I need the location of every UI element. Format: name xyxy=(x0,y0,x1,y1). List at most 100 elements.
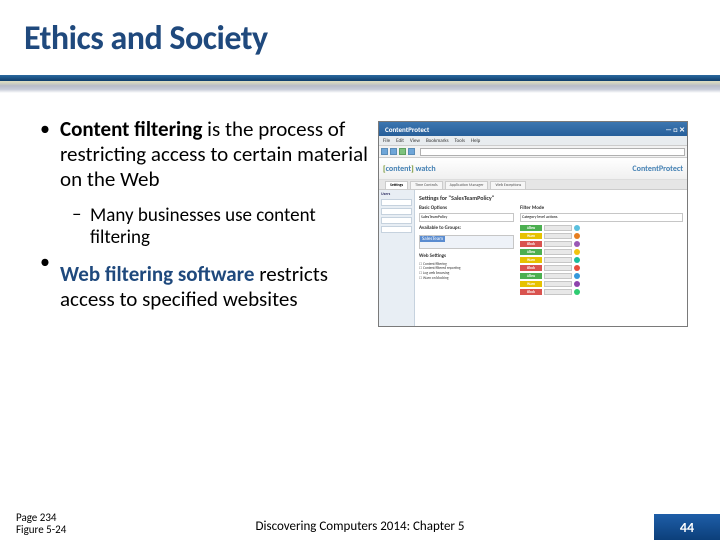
slide-title: Ethics and Society xyxy=(24,18,690,59)
web-settings-heading: Web Settings xyxy=(419,253,514,260)
category-icon xyxy=(574,249,580,255)
user-item[interactable] xyxy=(381,226,412,233)
tab-time-controls[interactable]: Time Controls xyxy=(410,181,443,189)
category-row: Warn xyxy=(520,232,683,239)
category-select[interactable] xyxy=(544,257,572,263)
category-select[interactable] xyxy=(544,273,572,279)
user-item[interactable] xyxy=(381,208,412,215)
category-row: Allow xyxy=(520,224,683,231)
badge-allow[interactable]: Allow xyxy=(520,249,542,255)
subbullet-businesses: Many businesses use content filtering xyxy=(10,199,370,251)
slide-number: 44 xyxy=(654,514,720,540)
category-row: Block xyxy=(520,264,683,271)
check-label: Content filtered reporting xyxy=(423,266,460,270)
category-icon xyxy=(574,241,580,247)
check-item[interactable]: ☐ Warn on blocking xyxy=(419,276,514,281)
user-item[interactable] xyxy=(381,217,412,224)
panel-columns: Basic Options SalesTeamPolicy Available … xyxy=(419,205,683,295)
badge-allow[interactable]: Allow xyxy=(520,273,542,279)
nav-fwd-icon[interactable] xyxy=(390,148,397,155)
badge-block[interactable]: Block xyxy=(520,241,542,247)
app-titlebar: ContentProtect — □ ✕ xyxy=(379,122,687,136)
content-area: Content filtering is the process of rest… xyxy=(0,93,720,327)
app-window: ContentProtect — □ ✕ File Edit View Book… xyxy=(378,121,688,327)
menu-item[interactable]: Bookmarks xyxy=(426,138,449,144)
menu-item[interactable]: File xyxy=(383,138,390,144)
filter-mode-col: Filter Mode Category level actions Allow… xyxy=(520,205,683,295)
brand-right: ContentProtect xyxy=(632,164,683,174)
category-list: Allow Warn Block Allow Warn Block Allow … xyxy=(520,224,683,295)
category-select[interactable] xyxy=(544,281,572,287)
brand-word2: watch xyxy=(416,164,436,174)
category-icon xyxy=(574,281,580,287)
filter-desc: Category level actions xyxy=(520,213,683,222)
title-area: Ethics and Society xyxy=(0,0,720,59)
category-row: Warn xyxy=(520,280,683,287)
title-divider-bar xyxy=(0,75,720,81)
badge-warn[interactable]: Warn xyxy=(520,257,542,263)
check-label: Log web browsing xyxy=(423,271,449,275)
badge-block[interactable]: Block xyxy=(520,265,542,271)
bullet-web-filtering: Web filtering software restricts access … xyxy=(10,250,370,318)
groups-listbox[interactable]: SalesTeam xyxy=(419,235,514,249)
brand-left: [content] watch xyxy=(383,164,436,174)
tab-app-manager[interactable]: Application Manager xyxy=(445,181,489,189)
tab-settings[interactable]: Settings xyxy=(385,181,408,189)
user-item[interactable] xyxy=(381,199,412,206)
category-row: Allow xyxy=(520,272,683,279)
text-column: Content filtering is the process of rest… xyxy=(10,117,370,327)
nav-back-icon[interactable] xyxy=(381,148,388,155)
footer-center: Discovering Computers 2014: Chapter 5 xyxy=(0,519,720,534)
brand-bar: [content] watch ContentProtect xyxy=(379,158,687,180)
category-row: Warn xyxy=(520,256,683,263)
policy-name-value: SalesTeamPolicy xyxy=(421,215,447,220)
screenshot-column: ContentProtect — □ ✕ File Edit View Book… xyxy=(370,117,690,327)
badge-warn[interactable]: Warn xyxy=(520,281,542,287)
title-divider xyxy=(0,75,720,93)
bullet-content-filtering: Content filtering is the process of rest… xyxy=(10,117,370,199)
badge-warn[interactable]: Warn xyxy=(520,233,542,239)
badge-allow[interactable]: Allow xyxy=(520,225,542,231)
panel-title: Settings for "SalesTeamPolicy" xyxy=(419,194,683,202)
category-icon xyxy=(574,225,580,231)
category-row: Block xyxy=(520,240,683,247)
left-pane: Users xyxy=(379,190,415,326)
menu-item[interactable]: View xyxy=(410,138,420,144)
menu-item[interactable]: Edit xyxy=(396,138,404,144)
bullet-term: Content filtering xyxy=(60,116,202,142)
leftpane-label: Users xyxy=(381,192,412,197)
category-icon xyxy=(574,289,580,295)
toolbar xyxy=(379,146,687,158)
window-controls: — □ ✕ xyxy=(665,125,685,134)
category-row: Block xyxy=(520,288,683,295)
badge-block[interactable]: Block xyxy=(520,289,542,295)
category-select[interactable] xyxy=(544,289,572,295)
tab-strip: Settings Time Controls Application Manag… xyxy=(379,180,687,190)
category-row: Allow xyxy=(520,248,683,255)
category-select[interactable] xyxy=(544,265,572,271)
category-icon xyxy=(574,257,580,263)
reload-icon[interactable] xyxy=(399,148,406,155)
brand-word1: content xyxy=(386,164,412,174)
category-icon xyxy=(574,273,580,279)
check-label: Content filtering xyxy=(423,262,447,266)
menu-item[interactable]: Tools xyxy=(455,138,465,144)
category-select[interactable] xyxy=(544,241,572,247)
category-select[interactable] xyxy=(544,233,572,239)
groups-heading: Available to Groups: xyxy=(419,225,514,231)
category-select[interactable] xyxy=(544,249,572,255)
footer: Page 234 Figure 5-24 Discovering Compute… xyxy=(0,510,720,540)
web-settings: Web Settings ☐ Content filtering ☐ Conte… xyxy=(419,253,514,280)
policy-name-field[interactable]: SalesTeamPolicy xyxy=(419,213,514,222)
address-bar[interactable] xyxy=(420,148,685,156)
right-pane: Settings for "SalesTeamPolicy" Basic Opt… xyxy=(415,190,687,326)
bullet-term: Web filtering software xyxy=(60,261,254,287)
menu-item[interactable]: Help xyxy=(471,138,480,144)
basic-options-col: Basic Options SalesTeamPolicy Available … xyxy=(419,205,514,295)
home-icon[interactable] xyxy=(408,148,415,155)
category-icon xyxy=(574,233,580,239)
tab-web-exceptions[interactable]: Web Exceptions xyxy=(490,181,526,189)
group-selected: SalesTeam xyxy=(420,236,445,242)
category-select[interactable] xyxy=(544,225,572,231)
check-label: Warn on blocking xyxy=(423,276,449,280)
